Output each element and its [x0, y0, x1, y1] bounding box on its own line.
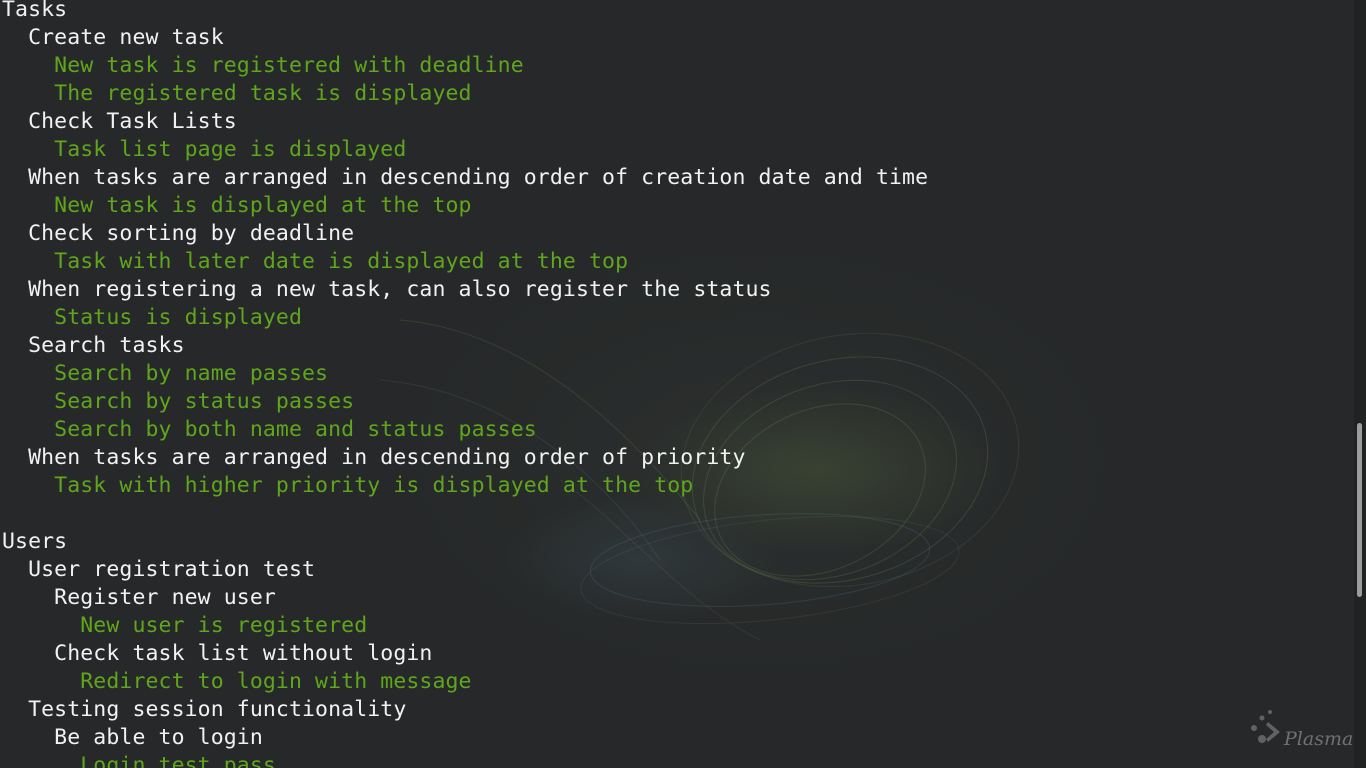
test-group-line: Search tasks: [2, 333, 185, 358]
test-group-line: Tasks: [2, 0, 68, 22]
test-pass-line: Search by name passes: [2, 361, 329, 386]
test-pass-line: Search by both name and status passes: [2, 417, 537, 442]
test-group-line: Check Task Lists: [2, 109, 237, 134]
scrollbar-thumb[interactable]: [1357, 423, 1362, 597]
vertical-scrollbar[interactable]: [1354, 0, 1366, 768]
test-group-line: Users: [2, 529, 68, 554]
plasma-brand-text: Plasma: [1284, 728, 1354, 750]
terminal-window[interactable]: Tasks Create new task New task is regist…: [0, 0, 1366, 768]
test-pass-line: Login test pass: [2, 753, 276, 768]
test-pass-line: Task with higher priority is displayed a…: [2, 473, 694, 498]
test-group-line: When tasks are arranged in descending or…: [2, 445, 746, 470]
test-pass-line: Status is displayed: [2, 305, 303, 330]
test-group-line: Create new task: [2, 25, 224, 50]
test-group-line: When registering a new task, can also re…: [2, 277, 772, 302]
test-pass-line: Task with later date is displayed at the…: [2, 249, 629, 274]
test-pass-line: New task is displayed at the top: [2, 193, 472, 218]
test-pass-line: New task is registered with deadline: [2, 53, 524, 78]
test-group-line: Testing session functionality: [2, 697, 407, 722]
test-pass-line: Search by status passes: [2, 389, 355, 414]
test-pass-line: Task list page is displayed: [2, 137, 407, 162]
terminal-output: Tasks Create new task New task is regist…: [2, 0, 928, 768]
test-pass-line: New user is registered: [2, 613, 368, 638]
test-group-line: When tasks are arranged in descending or…: [2, 165, 929, 190]
test-group-line: Check task list without login: [2, 641, 433, 666]
test-group-line: User registration test: [2, 557, 316, 582]
test-pass-line: The registered task is displayed: [2, 81, 472, 106]
test-pass-line: Redirect to login with message: [2, 669, 472, 694]
test-group-line: Register new user: [2, 585, 276, 610]
test-group-line: Check sorting by deadline: [2, 221, 355, 246]
test-group-line: Be able to login: [2, 725, 263, 750]
